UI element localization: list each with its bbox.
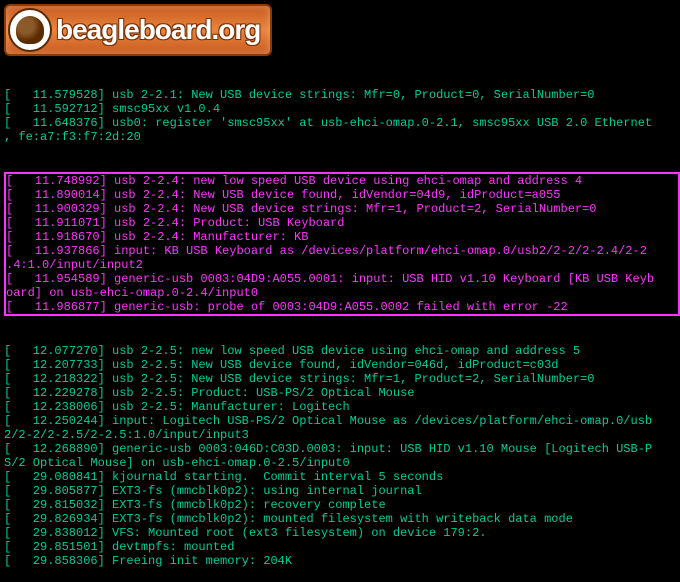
beagle-icon xyxy=(8,8,52,52)
log-line: [ 29.815032] EXT3-fs (mmcblk0p2): recove… xyxy=(4,498,680,512)
log-line: [ 11.748992] usb 2-2.4: new low speed US… xyxy=(6,174,678,188)
log-line: S/2 Optical Mouse] on usb-ehci-omap.0-2.… xyxy=(4,456,680,470)
log-line: [ 11.900329] usb 2-2.4: New USB device s… xyxy=(6,202,678,216)
terminal-output: [ 11.579528] usb 2-2.1: New USB device s… xyxy=(0,60,680,582)
log-line: [ 29.851501] devtmpfs: mounted xyxy=(4,540,680,554)
log-line: , fe:a7:f3:f7:2d:20 xyxy=(4,130,680,144)
log-line: [ 11.579528] usb 2-2.1: New USB device s… xyxy=(4,88,680,102)
log-line: [ 11.911071] usb 2-2.4: Product: USB Key… xyxy=(6,216,678,230)
log-line: [ 11.890014] usb 2-2.4: New USB device f… xyxy=(6,188,678,202)
log-line: [ 11.648376] usb0: register 'smsc95xx' a… xyxy=(4,116,680,130)
logo-bar: beagleboard.org xyxy=(4,4,272,56)
log-line: [ 12.250244] input: Logitech USB-PS/2 Op… xyxy=(4,414,680,428)
log-line: [ 12.268890] generic-usb 0003:046D:C03D.… xyxy=(4,442,680,456)
log-line: [ 29.805877] EXT3-fs (mmcblk0p2): using … xyxy=(4,484,680,498)
log-block-before: [ 11.579528] usb 2-2.1: New USB device s… xyxy=(4,88,680,144)
log-line: [ 12.207733] usb 2-2.5: New USB device f… xyxy=(4,358,680,372)
log-line: [ 29.080841] kjournald starting. Commit … xyxy=(4,470,680,484)
log-line: [ 29.838012] VFS: Mounted root (ext3 fil… xyxy=(4,526,680,540)
log-block-after: [ 12.077270] usb 2-2.5: new low speed US… xyxy=(4,344,680,568)
log-line: [ 12.229278] usb 2-2.5: Product: USB-PS/… xyxy=(4,386,680,400)
log-line: [ 11.986877] generic-usb: probe of 0003:… xyxy=(6,300,678,314)
log-line: [ 11.954589] generic-usb 0003:04D9:A055.… xyxy=(6,272,678,286)
log-line: [ 11.918670] usb 2-2.4: Manufacturer: KB xyxy=(6,230,678,244)
log-line: oard] on usb-ehci-omap.0-2.4/input0 xyxy=(6,286,678,300)
log-line: [ 29.858306] Freeing init memory: 204K xyxy=(4,554,680,568)
log-line: [ 12.238006] usb 2-2.5: Manufacturer: Lo… xyxy=(4,400,680,414)
log-line: [ 11.937866] input: KB USB Keyboard as /… xyxy=(6,244,678,258)
log-line: [ 11.592712] smsc95xx v1.0.4 xyxy=(4,102,680,116)
log-line: [ 29.826934] EXT3-fs (mmcblk0p2): mounte… xyxy=(4,512,680,526)
highlighted-log-block: [ 11.748992] usb 2-2.4: new low speed US… xyxy=(4,172,680,316)
log-line: [ 12.218322] usb 2-2.5: New USB device s… xyxy=(4,372,680,386)
log-line: 2/2-2/2-2.5/2-2.5:1.0/input/input3 xyxy=(4,428,680,442)
logo-text: beagleboard.org xyxy=(56,23,260,37)
log-line: [ 12.077270] usb 2-2.5: new low speed US… xyxy=(4,344,680,358)
log-line: .4:1.0/input/input2 xyxy=(6,258,678,272)
